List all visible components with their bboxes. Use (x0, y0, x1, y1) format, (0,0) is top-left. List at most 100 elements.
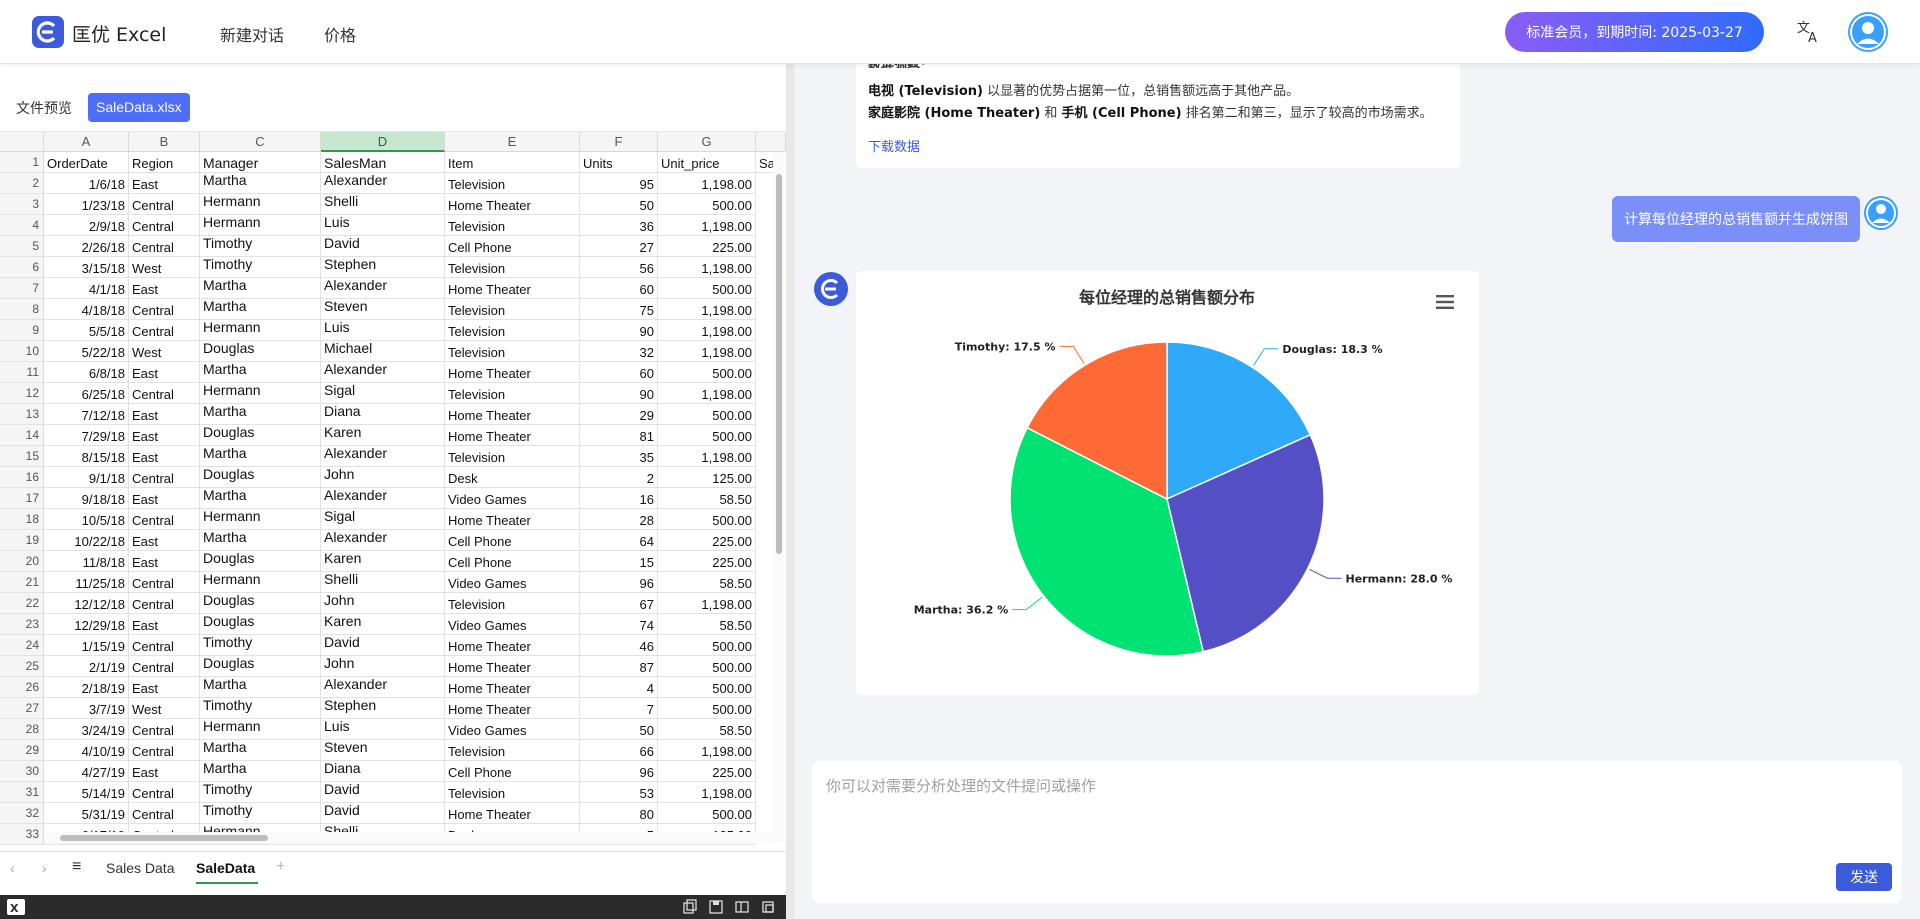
translate-icon[interactable]: 文 A (1794, 18, 1822, 46)
table-cell[interactable]: Timothy (200, 803, 321, 824)
table-cell[interactable]: Martha (200, 530, 321, 551)
membership-badge[interactable]: 标准会员，到期时间: 2025-03-27 (1505, 12, 1764, 52)
table-cell[interactable]: Alexander (321, 530, 445, 551)
table-cell[interactable]: East (129, 761, 200, 782)
add-sheet-icon[interactable]: + (276, 858, 285, 876)
row-header[interactable]: 29 (0, 740, 44, 761)
table-cell[interactable]: 1,198.00 (658, 782, 756, 803)
table-cell[interactable]: 5/5/18 (44, 320, 129, 341)
table-cell[interactable]: 15 (580, 551, 658, 572)
row-header[interactable]: 2 (0, 173, 44, 194)
table-cell[interactable]: Steven (321, 299, 445, 320)
table-cell[interactable]: East (129, 614, 200, 635)
app-name[interactable]: 匡优 Excel (72, 20, 166, 47)
table-cell[interactable]: Central (129, 215, 200, 236)
panel-divider[interactable] (786, 64, 794, 919)
table-cell[interactable]: 1,198.00 (658, 446, 756, 467)
table-cell[interactable]: Central (129, 635, 200, 656)
row-header[interactable]: 3 (0, 194, 44, 215)
fullscreen-icon[interactable] (760, 899, 776, 915)
table-cell[interactable]: 27 (580, 236, 658, 257)
table-cell[interactable]: 11/8/18 (44, 551, 129, 572)
table-cell[interactable]: 500.00 (658, 425, 756, 446)
table-cell[interactable]: East (129, 362, 200, 383)
table-cell[interactable]: 9/18/18 (44, 488, 129, 509)
table-cell[interactable]: Television (445, 593, 580, 614)
column-header[interactable] (756, 132, 786, 152)
table-cell[interactable]: 74 (580, 614, 658, 635)
table-cell[interactable]: 2 (580, 467, 658, 488)
row-header[interactable]: 25 (0, 656, 44, 677)
table-cell[interactable]: Alexander (321, 173, 445, 194)
table-cell[interactable]: Timothy (200, 635, 321, 656)
table-cell[interactable]: 46 (580, 635, 658, 656)
table-cell[interactable]: Video Games (445, 614, 580, 635)
table-cell[interactable]: 500.00 (658, 362, 756, 383)
table-cell[interactable]: Douglas (200, 593, 321, 614)
table-cell[interactable]: Hermann (200, 320, 321, 341)
table-cell[interactable]: West (129, 341, 200, 362)
table-cell[interactable]: Television (445, 446, 580, 467)
table-cell[interactable]: Alexander (321, 446, 445, 467)
table-cell[interactable]: 1/23/18 (44, 194, 129, 215)
table-cell[interactable]: Douglas (200, 551, 321, 572)
table-cell[interactable]: East (129, 488, 200, 509)
table-cell[interactable]: 90 (580, 320, 658, 341)
row-header[interactable]: 30 (0, 761, 44, 782)
column-header[interactable]: G (658, 132, 756, 152)
table-cell[interactable]: Hermann (200, 572, 321, 593)
table-cell[interactable]: 90 (580, 383, 658, 404)
table-cell[interactable]: 500.00 (658, 677, 756, 698)
select-all-corner[interactable] (0, 132, 44, 152)
table-cell[interactable]: 3/24/19 (44, 719, 129, 740)
table-cell[interactable]: 4 (580, 677, 658, 698)
table-cell[interactable]: Video Games (445, 719, 580, 740)
table-cell[interactable]: Douglas (200, 341, 321, 362)
table-cell[interactable]: East (129, 173, 200, 194)
table-cell[interactable]: Shelli (321, 572, 445, 593)
table-cell[interactable]: 500.00 (658, 803, 756, 824)
table-cell[interactable]: 75 (580, 299, 658, 320)
row-header[interactable]: 26 (0, 677, 44, 698)
nav-new-chat[interactable]: 新建对话 (220, 22, 284, 46)
table-cell[interactable]: 4/27/19 (44, 761, 129, 782)
table-cell[interactable]: 4/10/19 (44, 740, 129, 761)
row-header[interactable]: 18 (0, 509, 44, 530)
table-cell[interactable]: 7/29/18 (44, 425, 129, 446)
table-cell[interactable]: West (129, 698, 200, 719)
table-cell[interactable]: 96 (580, 572, 658, 593)
table-cell[interactable]: Hermann (200, 719, 321, 740)
table-cell[interactable]: Home Theater (445, 698, 580, 719)
table-cell[interactable]: David (321, 635, 445, 656)
column-header[interactable]: A (44, 132, 129, 152)
row-header[interactable]: 31 (0, 782, 44, 803)
row-header[interactable]: 4 (0, 215, 44, 236)
table-cell[interactable]: 96 (580, 761, 658, 782)
table-cell[interactable]: Timothy (200, 236, 321, 257)
file-tag[interactable]: SaleData.xlsx (88, 93, 190, 122)
header-cell[interactable]: OrderDate (44, 152, 129, 173)
table-cell[interactable]: Central (129, 803, 200, 824)
table-cell[interactable]: Home Theater (445, 656, 580, 677)
table-cell[interactable]: Hermann (200, 383, 321, 404)
table-cell[interactable]: Video Games (445, 572, 580, 593)
row-header[interactable]: 32 (0, 803, 44, 824)
table-cell[interactable]: David (321, 782, 445, 803)
table-cell[interactable]: East (129, 551, 200, 572)
table-cell[interactable]: Central (129, 719, 200, 740)
table-cell[interactable]: 8/15/18 (44, 446, 129, 467)
table-cell[interactable]: Luis (321, 719, 445, 740)
table-cell[interactable]: Stephen (321, 698, 445, 719)
table-cell[interactable]: 12/29/18 (44, 614, 129, 635)
table-cell[interactable]: Television (445, 383, 580, 404)
table-cell[interactable]: Home Theater (445, 194, 580, 215)
table-cell[interactable]: 225.00 (658, 236, 756, 257)
table-cell[interactable]: David (321, 236, 445, 257)
column-header[interactable]: B (129, 132, 200, 152)
table-cell[interactable]: John (321, 593, 445, 614)
row-header[interactable]: 28 (0, 719, 44, 740)
table-cell[interactable]: Home Theater (445, 677, 580, 698)
table-cell[interactable]: 2/18/19 (44, 677, 129, 698)
table-cell[interactable]: Central (129, 299, 200, 320)
table-cell[interactable]: Karen (321, 614, 445, 635)
